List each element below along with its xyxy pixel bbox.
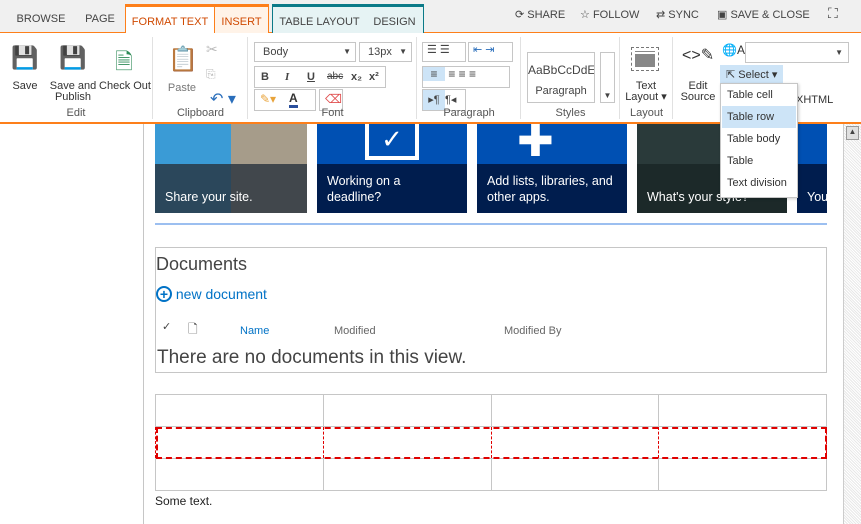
tab-format-text[interactable]: FORMAT TEXT — [125, 4, 215, 34]
group-label-font: Font — [321, 107, 344, 119]
save-close-button[interactable]: ▣ SAVE & CLOSE — [717, 8, 810, 21]
tab-table-layout[interactable]: TABLE LAYOUT — [272, 4, 366, 33]
group-clipboard: 📋 Paste ✂ ⎘ ↶ ▾ Clipboard — [154, 37, 248, 119]
star-icon: ☆ — [580, 9, 590, 21]
group-label-styles: Styles — [555, 107, 586, 119]
tile-working-deadline[interactable]: ✓ Working on a deadline? — [317, 124, 467, 213]
group-styles: AaBbCcDdE Paragraph ▼ Styles — [522, 37, 620, 119]
edit-source-icon[interactable]: <>✎ — [682, 45, 714, 65]
save-button[interactable]: Save — [8, 81, 42, 92]
underline-button[interactable]: U — [307, 67, 315, 87]
edit-source-button[interactable]: Edit Source — [676, 81, 720, 103]
column-modified[interactable]: Modified — [334, 325, 376, 337]
documents-webpart: Documents + new document ✓ 🗋 Name Modifi… — [155, 247, 827, 373]
save-close-icon: ▣ — [717, 9, 728, 21]
list-buttons[interactable]: ☰ ☰ — [422, 42, 466, 62]
check-out-icon[interactable]: 🗎 — [110, 45, 138, 75]
tab-insert[interactable]: INSERT — [215, 4, 269, 33]
column-modified-by[interactable]: Modified By — [504, 325, 561, 337]
font-color-button[interactable]: A — [289, 92, 298, 108]
language-icon[interactable]: 🌐A — [722, 43, 745, 57]
cursor-icon: ⇱ — [726, 69, 736, 81]
menu-item-text-division[interactable]: Text division — [722, 172, 796, 194]
group-label-clipboard: Clipboard — [176, 107, 225, 119]
cut-icon[interactable]: ✂ — [206, 41, 218, 58]
copy-icon[interactable]: ⎘ — [206, 67, 216, 82]
tab-page[interactable]: PAGE — [76, 4, 124, 33]
highlight-icon[interactable]: ✎▾ — [260, 92, 276, 106]
body-text[interactable]: Some text. — [155, 494, 212, 508]
group-label-paragraph: Paragraph — [443, 107, 495, 119]
save-publish-button[interactable]: Save and Publish — [48, 81, 98, 103]
ribbon-tab-bar: BROWSE PAGE FORMAT TEXT INSERT TABLE LAY… — [0, 0, 861, 34]
content-table — [155, 394, 827, 491]
selected-table-row[interactable] — [155, 426, 827, 459]
menu-item-table-body[interactable]: Table body — [722, 128, 796, 150]
tile-share-site[interactable]: Share your site. — [155, 124, 307, 213]
table-row[interactable] — [155, 458, 827, 491]
puzzle-icon: ✚ — [517, 124, 554, 166]
group-layout: Text Layout ▾ Layout — [621, 37, 673, 119]
group-label-layout: Layout — [629, 107, 664, 119]
paste-icon: 📋 — [168, 46, 198, 73]
indent-buttons[interactable]: ⇤ ⇥ — [468, 42, 513, 62]
sync-icon: ⇄ — [656, 9, 666, 21]
new-document-link[interactable]: + new document — [156, 286, 267, 302]
add-icon: + — [156, 286, 172, 302]
follow-button[interactable]: ☆ FOLLOW — [580, 8, 639, 21]
check-out-button[interactable]: Check Out — [98, 81, 152, 92]
font-size-select[interactable]: 13px ▼ — [359, 42, 412, 62]
tab-design[interactable]: DESIGN — [366, 4, 424, 33]
document-type-icon: 🗋 — [188, 322, 198, 336]
group-font: Body ▼ 13px ▼ B I U abc x₂ x² ✎▾ A ⌫ Font — [249, 37, 417, 119]
menu-item-table-row[interactable]: Table row — [722, 106, 796, 128]
share-button[interactable]: ⟳ SHARE — [515, 8, 565, 21]
tab-browse[interactable]: BROWSE — [10, 4, 72, 33]
save-icon[interactable]: 💾 — [10, 45, 40, 73]
scroll-up-button[interactable]: ▲ — [846, 126, 859, 140]
paste-button[interactable]: Paste — [164, 83, 200, 94]
save-publish-icon[interactable]: 💾 — [58, 45, 88, 73]
font-style-select[interactable]: Body ▼ — [254, 42, 356, 62]
tile-partial[interactable]: You — [797, 124, 827, 213]
select-button[interactable]: ⇱ Select ▾ — [720, 65, 783, 85]
vertical-scrollbar[interactable]: ▲ — [843, 124, 861, 524]
empty-view-message: There are no documents in this view. — [157, 347, 467, 368]
group-label-edit: Edit — [66, 107, 86, 119]
focus-mode-icon[interactable]: ⛶ — [828, 5, 838, 22]
convert-xhtml-button[interactable]: XHTML — [796, 95, 833, 106]
align-buttons[interactable]: ≡ ≡ ≡ ≡ — [422, 66, 510, 88]
text-layout-button[interactable]: Text Layout ▾ — [621, 81, 671, 103]
undo-icon[interactable]: ↶ ▾ — [210, 89, 236, 109]
sync-button[interactable]: ⇄ SYNC — [656, 8, 699, 21]
language-select[interactable]: ▼ — [745, 42, 849, 63]
font-format-buttons: B I U abc x₂ x² — [254, 66, 386, 88]
styles-more-button[interactable]: ▼ — [600, 52, 615, 103]
select-all-check-icon[interactable]: ✓ — [162, 320, 171, 333]
italic-button[interactable]: I — [285, 67, 289, 87]
tile-add-apps[interactable]: ✚ Add lists, libraries, and other apps. — [477, 124, 627, 213]
menu-item-table[interactable]: Table — [722, 150, 796, 172]
bold-button[interactable]: B — [261, 67, 269, 87]
strikethrough-button[interactable]: abc — [327, 67, 343, 87]
menu-item-table-cell[interactable]: Table cell — [722, 84, 796, 106]
table-row[interactable] — [155, 394, 827, 427]
share-icon: ⟳ — [515, 9, 525, 21]
column-name[interactable]: Name — [240, 325, 269, 337]
text-layout-icon[interactable] — [631, 47, 659, 71]
select-dropdown-menu: Table cell Table row Table body Table Te… — [720, 83, 798, 198]
documents-title[interactable]: Documents — [156, 254, 247, 275]
superscript-button[interactable]: x² — [369, 67, 379, 87]
group-edit: 💾 Save 💾 Save and Publish 🗎 Check Out Edi… — [0, 37, 153, 119]
style-gallery-item[interactable]: AaBbCcDdE Paragraph — [527, 52, 595, 103]
group-paragraph: ☰ ☰ ⇤ ⇥ ≡ ≡ ≡ ≡ ▸¶ ¶◂ Paragraph — [418, 37, 521, 119]
subscript-button[interactable]: x₂ — [351, 67, 362, 87]
